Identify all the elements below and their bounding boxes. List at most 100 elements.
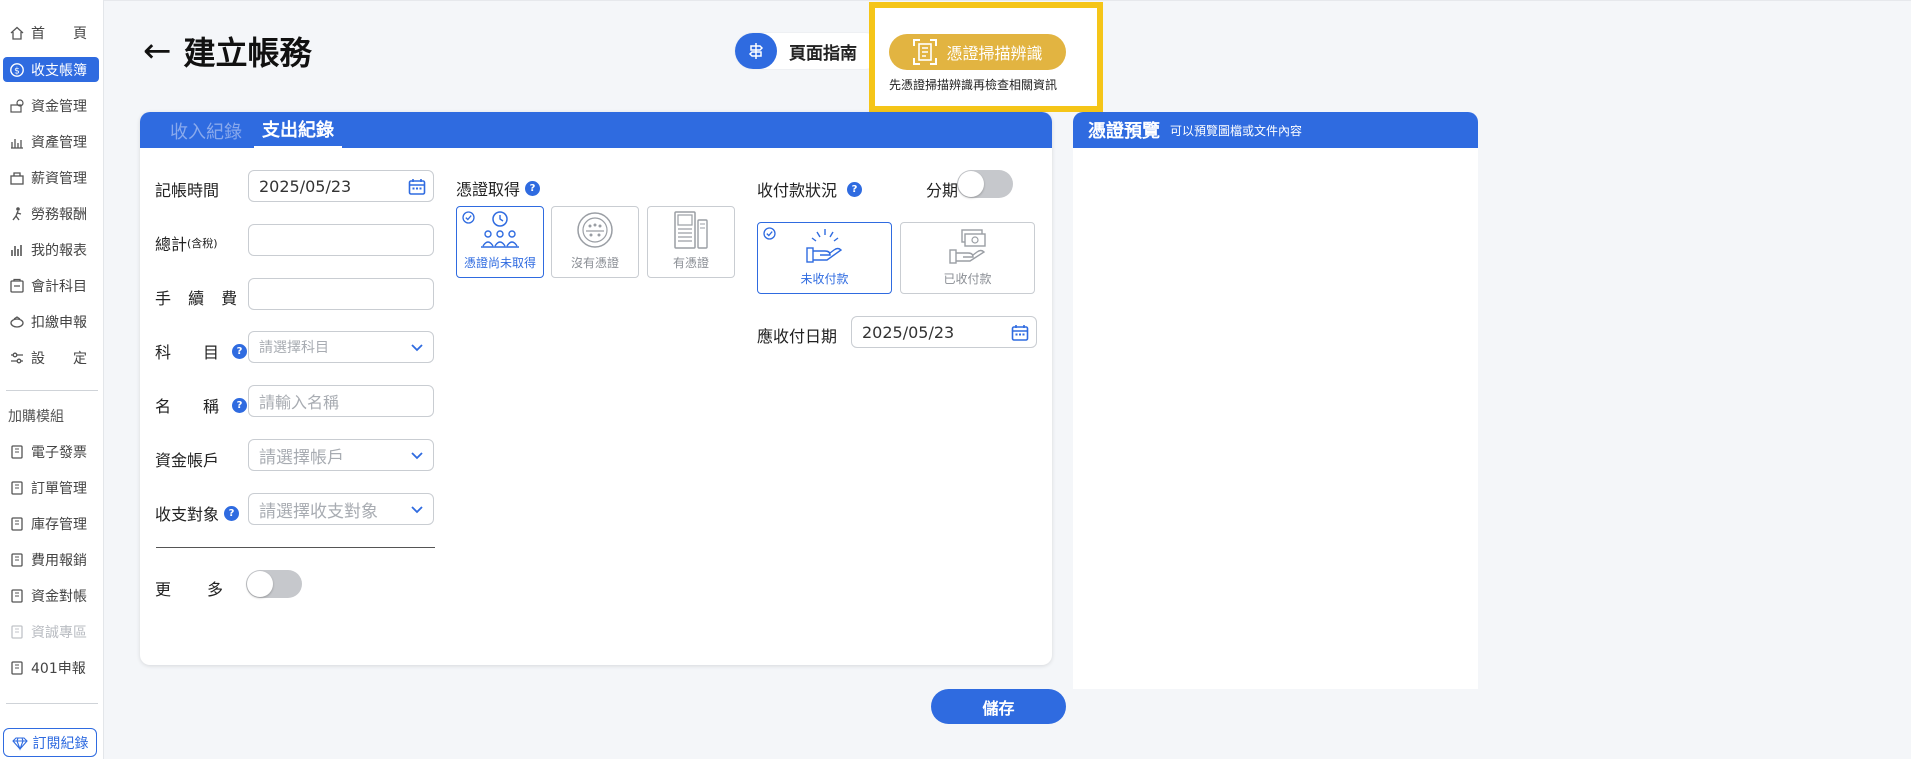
voucher-option-label: 有憑證: [672, 256, 709, 270]
sidebar-item-label: 庫存管理: [31, 516, 87, 533]
tax-included-note: (含稅): [187, 237, 218, 250]
scan-hint-text: 先憑證掃描辨識再檢查相關資訊: [889, 78, 1058, 92]
voucher-scan-button[interactable]: 憑證掃描辨識: [889, 34, 1066, 70]
sidebar-item-label: 資金對帳: [31, 588, 87, 605]
sidebar-item-401[interactable]: 401申報: [3, 655, 99, 680]
target-select[interactable]: 請選擇收支對象: [248, 493, 434, 525]
name-input[interactable]: 請輸入名稱: [248, 385, 434, 417]
sidebar-item-report[interactable]: 我的報表: [3, 237, 99, 262]
labor-icon: [9, 206, 25, 222]
calendar-icon[interactable]: [408, 178, 426, 196]
sidebar-item-asset[interactable]: 資產管理: [3, 129, 99, 154]
help-icon[interactable]: ?: [232, 397, 248, 413]
sidebar-item-label: 我的報表: [31, 242, 87, 259]
more-toggle[interactable]: [246, 570, 302, 598]
document-icon: [668, 209, 714, 251]
sidebar-item-reconcile[interactable]: 資金對帳: [3, 583, 99, 608]
subject-select[interactable]: 請選擇科目: [248, 331, 434, 363]
voucher-option-label: 沒有憑證: [570, 256, 619, 270]
sidebar-item-label: 收支帳簿: [31, 62, 87, 79]
name-label: 名 稱?: [155, 393, 248, 417]
sidebar-item-ledger-book[interactable]: $ 收支帳簿: [3, 57, 99, 82]
module-icon: [9, 660, 25, 676]
account-label: 資金帳戶: [155, 451, 220, 470]
tab-expense[interactable]: 支出紀錄: [254, 116, 342, 148]
sidebar-item-label: 勞務報酬: [31, 206, 87, 223]
voucher-label: 憑證取得?: [456, 176, 541, 200]
total-input[interactable]: [248, 224, 434, 256]
page-title: ← 建立帳務: [143, 28, 312, 74]
sidebar-item-label: 資誠專區: [31, 624, 87, 641]
scan-document-icon: [912, 38, 938, 66]
account-select[interactable]: 請選擇帳戶: [248, 439, 434, 471]
cash-hand-icon: [945, 225, 991, 267]
tax-icon: [9, 314, 25, 330]
installment-label: 分期: [926, 181, 959, 200]
more-label: 更 多: [155, 580, 234, 599]
sidebar-item-home[interactable]: 首 頁: [3, 20, 99, 45]
toggle-knob: [247, 571, 273, 597]
voucher-preview-panel: 憑證預覽 可以預覽圖檔或文件內容: [1073, 112, 1478, 689]
sidebar-item-label: 首 頁: [31, 25, 87, 42]
help-icon[interactable]: ?: [232, 343, 248, 359]
sidebar-item-label: 訂單管理: [31, 480, 87, 497]
voucher-scan-label: 憑證掃描辨識: [946, 44, 1043, 63]
subscription-label: 訂閱紀錄: [32, 735, 89, 752]
sidebar-item-label: 扣繳申報: [31, 314, 87, 331]
voucher-option-none[interactable]: 沒有憑證: [551, 206, 639, 278]
record-tabs: 收入紀錄 支出紀錄: [140, 112, 1052, 148]
sidebar-item-orders[interactable]: 訂單管理: [3, 475, 99, 500]
tab-income[interactable]: 收入紀錄: [162, 118, 250, 148]
sidebar-item-accounts[interactable]: 會計科目: [3, 273, 99, 298]
money-icon: [9, 98, 25, 114]
chevron-down-icon: [408, 501, 426, 519]
sidebar-divider: [6, 390, 98, 391]
date-field[interactable]: 2025/05/23: [248, 170, 434, 202]
subject-placeholder: 請選擇科目: [259, 340, 329, 356]
empty-hand-icon: [802, 225, 848, 267]
voucher-option-label: 憑證尚未取得: [463, 256, 536, 270]
back-arrow-icon[interactable]: ←: [143, 31, 172, 71]
module-icon: [9, 588, 25, 604]
salary-icon: [9, 170, 25, 186]
chevron-down-icon: [408, 447, 426, 465]
sidebar-item-settings[interactable]: 設 定: [3, 345, 99, 370]
help-icon[interactable]: ?: [525, 180, 541, 196]
page-guide-button[interactable]: 頁面指南: [735, 33, 883, 69]
help-icon[interactable]: ?: [224, 505, 240, 521]
preview-subtitle: 可以預覽圖檔或文件內容: [1170, 123, 1303, 138]
sidebar-item-label: 401申報: [31, 660, 86, 677]
home-icon: [9, 25, 25, 41]
top-border: [104, 0, 1911, 1]
sidebar-item-label: 電子發票: [31, 444, 87, 461]
diamond-icon: [11, 735, 28, 751]
sidebar-item-label: 資金管理: [31, 98, 87, 115]
sidebar-item-inventory[interactable]: 庫存管理: [3, 511, 99, 536]
sidebar-item-pwc-zone[interactable]: 資誠專區: [3, 619, 99, 644]
sidebar-item-einvoice[interactable]: 電子發票: [3, 439, 99, 464]
payment-option-paid[interactable]: 已收付款: [900, 222, 1035, 294]
calendar-icon[interactable]: [1011, 324, 1029, 342]
sidebar-item-fund[interactable]: 資金管理: [3, 93, 99, 118]
svg-text:$: $: [14, 66, 20, 76]
subscription-button[interactable]: 訂閱紀錄: [3, 728, 97, 757]
sidebar-item-salary[interactable]: 薪資管理: [3, 165, 99, 190]
help-icon[interactable]: ?: [847, 181, 863, 197]
target-placeholder: 請選擇收支對象: [259, 501, 378, 522]
due-date-field[interactable]: 2025/05/23: [851, 316, 1037, 348]
payment-option-unpaid[interactable]: 未收付款: [757, 222, 892, 294]
sidebar-item-expense[interactable]: 費用報銷: [3, 547, 99, 572]
addon-section-title: 加購模組: [8, 409, 64, 425]
asset-icon: [9, 134, 25, 150]
module-icon: [9, 516, 25, 532]
voucher-option-has[interactable]: 有憑證: [647, 206, 735, 278]
account-placeholder: 請選擇帳戶: [259, 447, 344, 468]
sidebar-item-label: 薪資管理: [31, 170, 87, 187]
save-button[interactable]: 儲存: [931, 689, 1066, 724]
sidebar-item-labor[interactable]: 勞務報酬: [3, 201, 99, 226]
installment-toggle[interactable]: [957, 170, 1013, 198]
fee-input[interactable]: [248, 278, 434, 310]
page-guide-label: 頁面指南: [789, 43, 857, 64]
voucher-option-pending[interactable]: 憑證尚未取得: [456, 206, 544, 278]
sidebar-item-withholding[interactable]: 扣繳申報: [3, 309, 99, 334]
